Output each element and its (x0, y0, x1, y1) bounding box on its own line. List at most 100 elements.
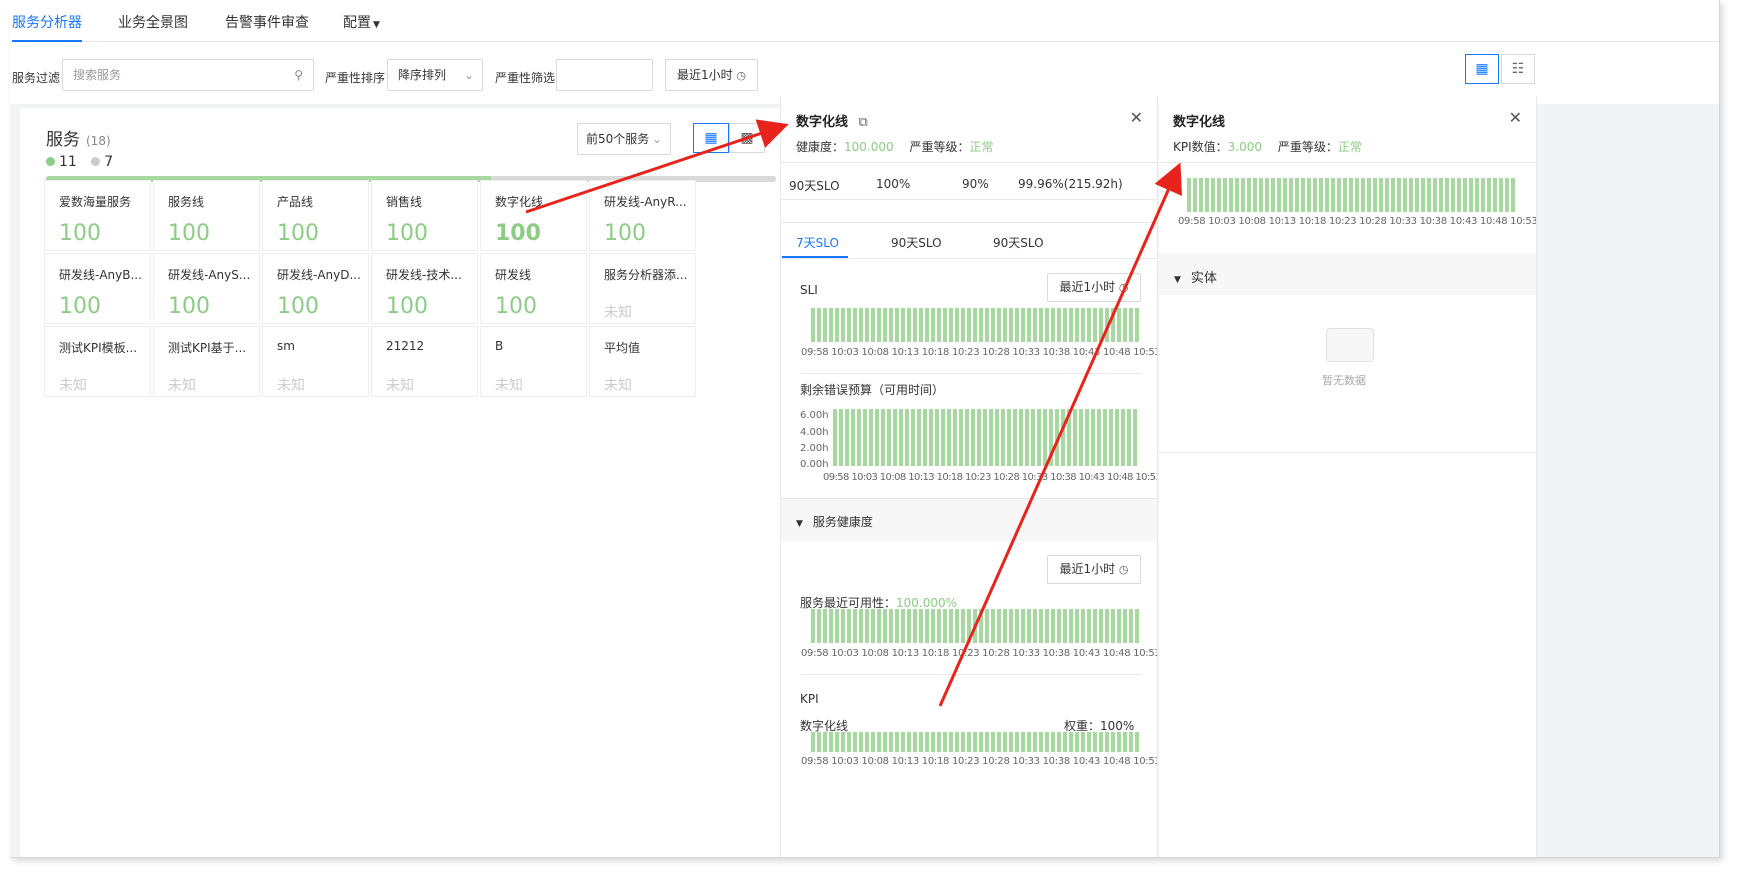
clock-icon: ◷ (736, 69, 747, 82)
status-summary: 11 7 (46, 154, 113, 170)
tab-service-analyzer[interactable]: 服务分析器 (12, 12, 82, 42)
kpi-panel-summary: KPI数值：3.000 严重等级：正常 (1173, 138, 1362, 155)
search-placeholder: 搜索服务 (73, 68, 122, 82)
y-tick-2h: 2.00h (800, 443, 829, 454)
service-tile-health: 100 (495, 221, 541, 246)
service-tile-name: 21212 (386, 339, 425, 353)
service-tile-health: 100 (277, 221, 319, 246)
tab-business-overview[interactable]: 业务全景图 (118, 12, 188, 32)
kpi-value-label: KPI数值： (1173, 140, 1228, 154)
slo-row-period: 90天SLO (789, 179, 840, 193)
service-tile-health: 未知 (386, 378, 414, 394)
empty-inbox-icon (1326, 328, 1374, 362)
severity-filter-input[interactable] (556, 59, 653, 91)
grid-view-button[interactable]: ▦ (1465, 54, 1499, 84)
empty-state-text: 暂无数据 (1322, 374, 1366, 387)
time-range-button[interactable]: 最近1小时 ◷ (665, 59, 758, 91)
service-tile[interactable]: 服务线 100 (153, 180, 260, 251)
tab-7d-slo[interactable]: 7天SLO (796, 234, 839, 251)
service-tile-health: 未知 (495, 378, 523, 394)
tab-90d-slo[interactable]: 90天SLO (891, 234, 942, 251)
service-tile[interactable]: 研发线 100 (480, 253, 587, 324)
health-section-title: ▼ 服务健康度 (796, 513, 873, 530)
service-tile-name: 研发线-AnyD... (277, 268, 361, 282)
close-icon[interactable]: ✕ (1509, 108, 1522, 127)
detail-title: 数字化线 ⧉ (796, 111, 868, 130)
service-tile[interactable]: B 未知 (480, 326, 587, 397)
tab-alert-review[interactable]: 告警事件审查 (225, 12, 309, 32)
search-icon: ⚲ (294, 68, 303, 82)
caret-down-icon: ▼ (373, 20, 380, 30)
service-tile[interactable]: 数字化线 100 (480, 180, 587, 251)
service-tile[interactable]: 测试KPI模板... 未知 (44, 326, 151, 397)
service-tile[interactable]: 研发线-技术... 100 (371, 253, 478, 324)
service-tile[interactable]: 产品线 100 (262, 180, 369, 251)
service-tile-name: 研发线-AnyS... (168, 268, 251, 282)
kpi-bar-chart (811, 732, 1139, 752)
service-tile[interactable]: 21212 未知 (371, 326, 478, 397)
unknown-count: 7 (104, 154, 114, 170)
divider (781, 258, 1157, 259)
divider (781, 222, 1157, 223)
divider (801, 674, 1141, 675)
service-tile-health: 未知 (604, 305, 632, 321)
service-tile[interactable]: 研发线-AnyD... 100 (262, 253, 369, 324)
y-tick-6h: 6.00h (800, 410, 829, 421)
service-tile-name: 数字化线 (495, 195, 544, 209)
service-tile[interactable]: 研发线-AnyB... 100 (44, 253, 151, 324)
entity-section-label: 实体 (1190, 271, 1217, 286)
detail-health-row: 健康度：100.000 严重等级：正常 (796, 138, 994, 155)
service-tile-name: 销售线 (386, 195, 423, 209)
entity-section-header[interactable]: ▼ 实体 (1159, 253, 1536, 295)
search-input[interactable]: 搜索服务 ⚲ (62, 59, 314, 91)
service-tile[interactable]: 爱数海量服务 100 (44, 180, 151, 251)
service-tile[interactable]: 平均值 未知 (589, 326, 696, 397)
service-tile[interactable]: 服务分析器添... 未知 (589, 253, 696, 324)
service-tile[interactable]: 销售线 100 (371, 180, 478, 251)
topology-view-button[interactable]: ☷ (1501, 54, 1535, 84)
service-tile-health: 100 (168, 221, 210, 246)
tab-config[interactable]: 配置 ▼ (343, 12, 380, 32)
clock-icon: ◷ (1118, 563, 1129, 576)
slo-row-budget: 99.96%(215.92h) (1018, 177, 1123, 191)
health-section-label: 服务健康度 (812, 515, 873, 529)
close-icon[interactable]: ✕ (1130, 108, 1143, 127)
error-budget-label: 剩余错误预算（可用时间） (800, 383, 945, 397)
health-value: 100.000 (844, 140, 894, 154)
service-tile-health: 100 (495, 294, 537, 319)
service-tile-health: 未知 (168, 378, 196, 394)
service-tile[interactable]: 测试KPI基于... 未知 (153, 326, 260, 397)
service-tile-name: 爱数海量服务 (59, 195, 132, 209)
time-range-label: 最近1小时 (676, 68, 733, 82)
divider (1159, 452, 1536, 453)
tab-90d-slo-2[interactable]: 90天SLO (993, 234, 1044, 251)
grid-icon: ▦ (1475, 61, 1489, 77)
external-link-icon[interactable]: ⧉ (859, 115, 868, 130)
sli-time-range-button[interactable]: 最近1小时 ◷ (1047, 273, 1141, 302)
service-tile-name: 研发线-技术... (386, 268, 462, 282)
service-tile[interactable]: sm 未知 (262, 326, 369, 397)
service-tile-health: 100 (59, 221, 101, 246)
service-tile[interactable]: 研发线-AnyR... 100 (589, 180, 696, 251)
service-tile[interactable]: 研发线-AnyS... 100 (153, 253, 260, 324)
service-tile-name: 服务线 (168, 195, 205, 209)
slo-row-achieved: 100% (876, 177, 911, 191)
y-tick-0h: 0.00h (800, 459, 829, 470)
kpi-value-bar-chart (1187, 178, 1515, 212)
service-filter-label: 服务过滤 (12, 71, 61, 85)
divider (801, 373, 1141, 374)
service-tile-health: 100 (386, 221, 428, 246)
top-services-select[interactable]: 前50个服务 ⌄ (577, 123, 671, 155)
services-title-label: 服务 (46, 130, 80, 150)
tile-view-button[interactable]: ▦ (693, 123, 729, 153)
service-tile-health: 100 (59, 294, 101, 319)
caret-down-icon: ▼ (1174, 275, 1181, 285)
services-count: (18) (86, 134, 111, 148)
health-section-header[interactable]: ▼ 服务健康度 (781, 499, 1157, 541)
service-tile-health: 未知 (277, 378, 305, 394)
severity-sort-select[interactable]: 降序排列 ⌄ (387, 59, 483, 91)
severity-sort-value: 降序排列 (398, 68, 447, 82)
divider (1159, 162, 1536, 163)
block-view-button[interactable]: ▩ (729, 123, 765, 153)
health-time-range-button[interactable]: 最近1小时 ◷ (1047, 555, 1141, 584)
